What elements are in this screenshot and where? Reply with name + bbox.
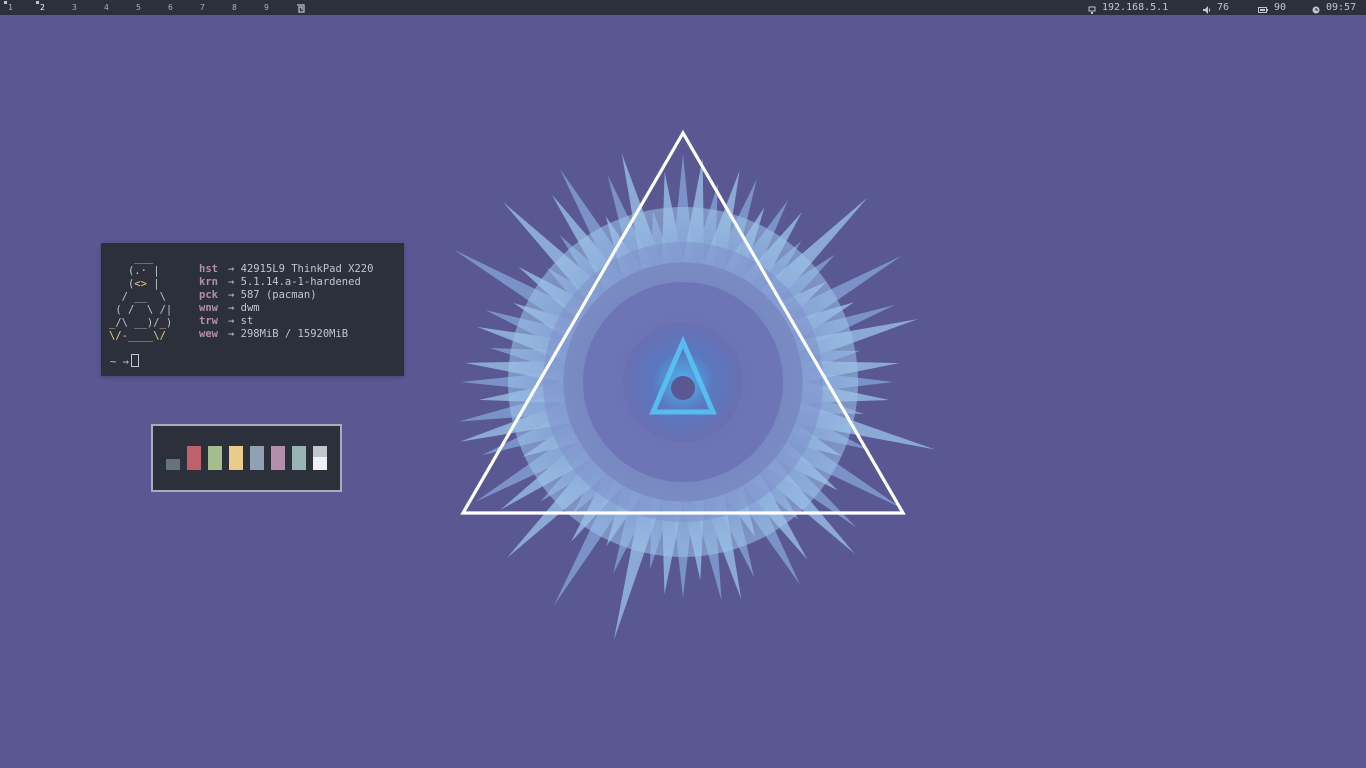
tag-label: 7 (200, 3, 205, 12)
tag-label: 6 (168, 3, 173, 12)
battery-icon (1258, 4, 1268, 13)
info-value: st (240, 315, 254, 327)
tag-label: 2 (40, 3, 45, 12)
tag-label: 5 (136, 3, 141, 12)
info-value: dwm (240, 302, 260, 314)
info-row-trw: trw → st (199, 315, 373, 328)
tag-2[interactable]: 2 (36, 0, 50, 15)
info-row-hst: hst → 42915L9 ThinkPad X220 (199, 263, 373, 276)
info-row-wew: wew → 298MiB / 15920MiB (199, 328, 373, 341)
tag-label: 4 (104, 3, 109, 12)
color-swatch-8 (313, 446, 327, 470)
info-value: 298MiB / 15920MiB (240, 328, 349, 340)
prompt-text: ~ → (110, 356, 129, 368)
tag-7[interactable]: 7 (196, 0, 210, 15)
tag-5[interactable]: 5 (132, 0, 146, 15)
network-icon (1088, 4, 1096, 14)
clock-icon (1312, 4, 1320, 13)
volume-level: 76 (1217, 2, 1230, 13)
tag-label: 3 (72, 3, 77, 12)
clock-time: 09:57 (1326, 2, 1357, 13)
color-swatch-6 (271, 446, 285, 470)
battery-status: 90 (1258, 0, 1286, 15)
terminal-window[interactable]: ___ (.· | (<> | / __ \ ( / \ /| _/\ __)/… (101, 243, 404, 376)
text-cursor (130, 354, 139, 367)
shell-prompt[interactable]: ~ → (110, 354, 139, 369)
tag-4[interactable]: 4 (100, 0, 114, 15)
info-value: 587 (pacman) (240, 289, 317, 301)
clock: 09:57 (1312, 0, 1356, 15)
info-row-wnw: wnw → dwm (199, 302, 373, 315)
info-value: 5.1.14.a-1-hardened (240, 276, 361, 288)
info-key: wnw (199, 302, 218, 314)
tag-1[interactable]: 1 (4, 0, 18, 15)
system-info: hst → 42915L9 ThinkPad X220 krn → 5.1.14.a-… (199, 263, 373, 341)
ip-address: 192.168.5.1 (1102, 2, 1169, 13)
volume-status[interactable]: 76 (1203, 0, 1229, 15)
tag-3[interactable]: 3 (68, 0, 82, 15)
info-value: 42915L9 ThinkPad X220 (240, 263, 374, 275)
status-bar: 1 2 3 4 5 6 7 8 9 192.168.5.1 76 90 09:57 (0, 0, 1366, 15)
tag-occupied-indicator (36, 1, 39, 4)
color-palette-window[interactable] (151, 424, 342, 492)
tag-label: 1 (8, 3, 13, 12)
color-swatch-3 (208, 446, 222, 470)
volume-icon (1203, 4, 1211, 14)
color-swatch-4 (229, 446, 243, 470)
tag-8[interactable]: 8 (228, 0, 242, 15)
info-key: trw (199, 315, 218, 327)
info-key: wew (199, 328, 218, 340)
color-swatch-7 (292, 446, 306, 470)
battery-level: 90 (1274, 2, 1287, 13)
tag-label: 8 (232, 3, 237, 12)
tag-9[interactable]: 9 (260, 0, 274, 15)
tux-ascii-art: ___ (.· | (<> | / __ \ ( / \ /| _/\ __)/… (109, 252, 173, 342)
tag-label: 9 (264, 3, 269, 12)
tag-6[interactable]: 6 (164, 0, 178, 15)
info-row-krn: krn → 5.1.14.a-1-hardened (199, 276, 373, 289)
layout-spiral-icon[interactable] (296, 3, 305, 13)
color-swatch-2 (187, 446, 201, 470)
color-swatch-5 (250, 446, 264, 470)
info-key: krn (199, 276, 218, 288)
info-key: hst (199, 263, 218, 275)
info-row-pck: pck → 587 (pacman) (199, 289, 373, 302)
tag-occupied-indicator (4, 1, 7, 4)
wallpaper-flower-triangle (454, 129, 936, 640)
network-status: 192.168.5.1 (1088, 0, 1168, 15)
color-swatch-1 (166, 459, 180, 470)
info-key: pck (199, 289, 218, 301)
